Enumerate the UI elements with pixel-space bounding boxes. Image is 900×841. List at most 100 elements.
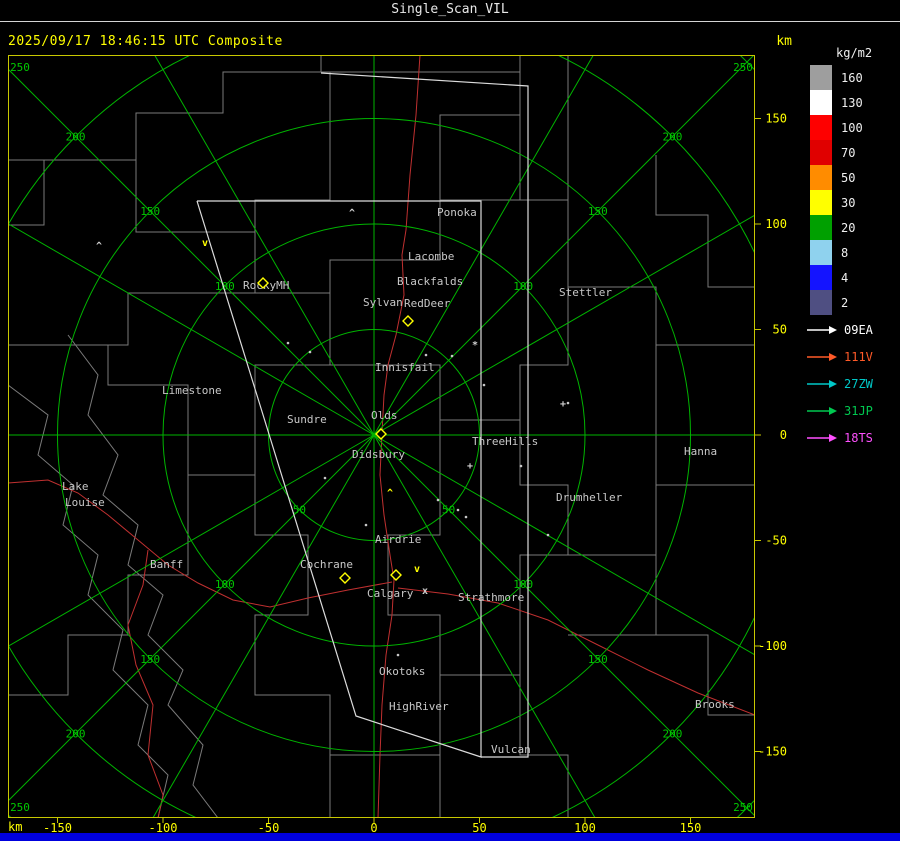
county-boundary-line (655, 555, 755, 716)
town-dot (482, 383, 486, 387)
storm-track-arrow-icon (807, 406, 837, 415)
town-dot (450, 354, 454, 358)
city-label: Vulcan (491, 743, 531, 756)
highway-line (397, 587, 755, 716)
legend-entry: 20 (810, 215, 898, 240)
storm-track-arrow-icon (807, 325, 837, 334)
city-label: Strathmore (458, 591, 524, 604)
storm-track-item: 09EA (806, 316, 900, 343)
city-label: Blackfalds (397, 275, 463, 288)
storm-track-id-label: 31JP (844, 403, 873, 418)
storm-cell-marker: v (202, 238, 208, 249)
range-ring-label: 50 (293, 504, 306, 517)
city-label: Calgary (367, 587, 414, 600)
y-axis-unit-label: km (776, 34, 792, 49)
town-dot (286, 341, 290, 345)
legend-color-swatch (810, 90, 832, 115)
range-ring-label: 150 (588, 205, 608, 218)
town-dot (424, 353, 428, 357)
legend-entry: 8 (810, 240, 898, 265)
legend-color-swatch (810, 65, 832, 90)
legend-entry: 130 (810, 90, 898, 115)
town-dot (464, 515, 468, 519)
legend-color-swatch (810, 265, 832, 290)
azimuth-line (8, 434, 375, 647)
range-ring-label: 250 (733, 61, 753, 74)
range-ring-label: 150 (140, 653, 160, 666)
storm-cell-marker: v (414, 564, 420, 575)
storm-track-arrow-icon (807, 433, 837, 442)
storm-track-id-label: 27ZW (844, 376, 873, 391)
range-ring-label: 250 (10, 61, 30, 74)
legend-value-label: 100 (841, 120, 863, 135)
city-label: Brooks (695, 698, 735, 711)
town-dot (323, 476, 327, 480)
legend-value-label: 30 (841, 195, 856, 210)
radar-map-display[interactable]: 50 50 100 100 100 100 150 150 150 150 200 200 200 200… (8, 55, 787, 835)
legend-color-swatch (810, 115, 832, 140)
storm-cell-marker: ^ (96, 241, 102, 252)
city-label: Lake (62, 480, 89, 493)
range-ring-label: 200 (66, 131, 86, 144)
storm-track-item: 111V (806, 343, 900, 370)
town-dot (308, 350, 312, 354)
city-label: Limestone (162, 384, 222, 397)
city-label: HighRiver (389, 700, 449, 713)
storm-track-item: 27ZW (806, 370, 900, 397)
legend-color-swatch (810, 140, 832, 165)
town-dot (519, 464, 523, 468)
range-ring-label: 100 (513, 280, 533, 293)
city-label: Lacombe (408, 250, 454, 263)
storm-track-item: 31JP (806, 397, 900, 424)
timestamp-label: 2025/09/17 18:46:15 UTC Composite (8, 34, 283, 49)
radar-site-diamond-icon (339, 572, 351, 584)
range-ring-label: 100 (513, 578, 533, 591)
legend-value-label: 2 (841, 295, 849, 310)
range-ring-label: 100 (215, 578, 235, 591)
town-dot (456, 508, 460, 512)
town-dot (436, 498, 440, 502)
range-ring-label: 250 (733, 801, 753, 814)
city-label: ThreeHills (472, 435, 538, 448)
legend-entry: 70 (810, 140, 898, 165)
storm-track-id-label: 18TS (844, 430, 873, 445)
azimuth-line (373, 214, 755, 436)
radar-site-diamond-icon (402, 315, 414, 327)
city-label: RedDeer (404, 297, 451, 310)
county-boundary-line (520, 199, 755, 346)
county-boundary-line (519, 420, 755, 556)
y-axis-tick-label: 50 (773, 323, 787, 337)
y-axis-tick-label: 150 (765, 112, 787, 126)
legend-entry: 2 (810, 290, 898, 315)
range-ring-label: 200 (662, 131, 682, 144)
radar-scan-boundary (320, 72, 529, 758)
legend-unit-label: kg/m2 (836, 46, 873, 60)
county-boundary-line (655, 155, 755, 288)
legend-entry: 100 (810, 115, 898, 140)
legend-color-swatch (810, 190, 832, 215)
city-label: Okotoks (379, 665, 425, 678)
storm-track-id-label: 111V (844, 349, 873, 364)
storm-track-legend: 09EA 111V 27ZW 31JP 18TS (806, 316, 900, 451)
city-label: Sundre (287, 413, 327, 426)
city-label: Banff (150, 558, 183, 571)
city-label: Sylvan (363, 296, 403, 309)
storm-cell-marker: x (422, 586, 428, 597)
x-axis-unit-label: km (8, 820, 23, 834)
legend-value-label: 20 (841, 220, 856, 235)
legend-entry: 160 (810, 65, 898, 90)
storm-cell-marker: ^ (387, 488, 393, 499)
storm-track-item: 18TS (806, 424, 900, 451)
county-boundary-line (255, 72, 521, 294)
city-label: Louise (65, 496, 105, 509)
legend-entry: 30 (810, 190, 898, 215)
legend-value-label: 4 (841, 270, 849, 285)
legend-color-swatch (810, 165, 832, 190)
city-label: Cochrane (300, 558, 353, 571)
azimuth-line (8, 434, 375, 802)
y-axis-tick-label: -150 (758, 745, 787, 759)
y-axis-tick-label: -50 (765, 534, 787, 548)
legend-entry: 50 (810, 165, 898, 190)
legend-color-swatch (810, 215, 832, 240)
county-boundary-line (8, 384, 169, 818)
